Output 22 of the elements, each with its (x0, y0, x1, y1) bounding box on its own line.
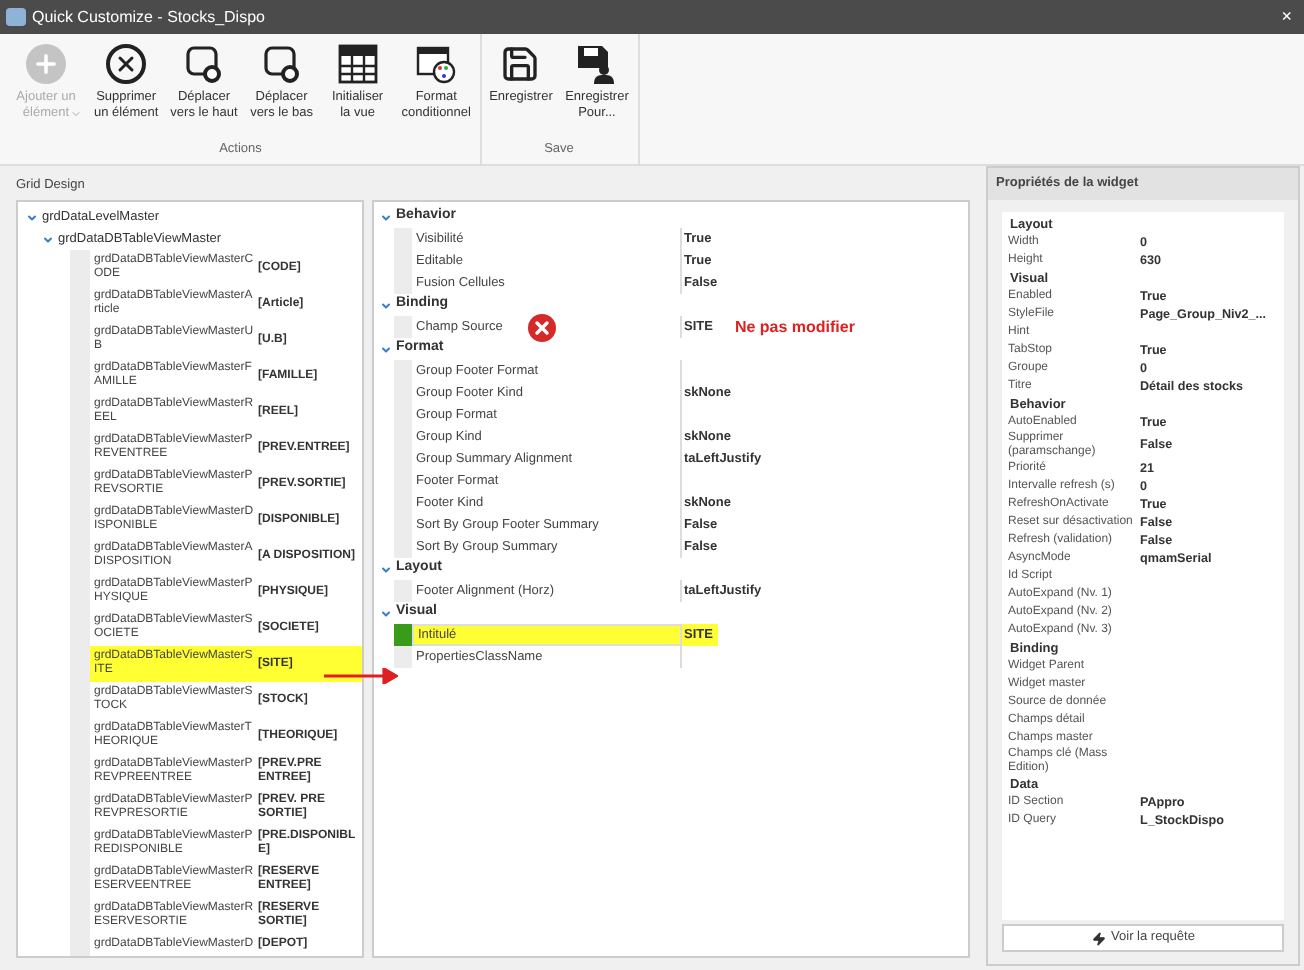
lightning-icon (1091, 931, 1106, 945)
window-title: Quick Customize - Stocks_Dispo (32, 5, 267, 29)
arrow-pointer (324, 668, 398, 684)
expand-caret-icon[interactable] (380, 211, 392, 223)
add-icon (26, 44, 66, 84)
warning-note: Ne pas modifier (734, 315, 855, 339)
app-icon (6, 8, 26, 26)
expand-caret-icon[interactable] (380, 607, 392, 619)
expand-caret-icon[interactable] (380, 563, 392, 575)
expand-caret-icon[interactable] (42, 233, 54, 245)
table-icon (337, 44, 378, 84)
expand-caret-icon[interactable] (380, 299, 392, 311)
expand-caret-icon[interactable] (26, 211, 38, 223)
save-user-icon (576, 44, 617, 84)
expand-caret-icon[interactable] (380, 343, 392, 355)
close-button[interactable]: × (1275, 3, 1298, 31)
error-icon (528, 313, 556, 341)
save-icon (500, 44, 541, 84)
frame-with-dot-icon (261, 44, 302, 84)
table-palette-icon (416, 44, 457, 84)
frame-with-dot-icon (183, 44, 224, 84)
delete-icon (106, 44, 147, 84)
